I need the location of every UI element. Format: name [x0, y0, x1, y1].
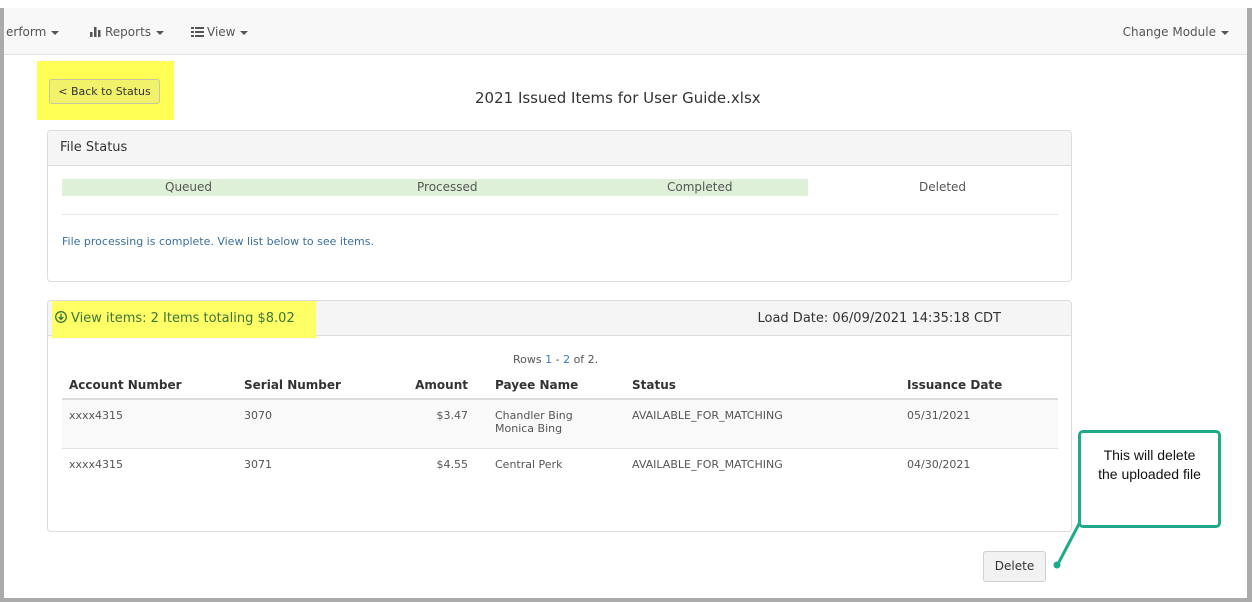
items-panel-heading: View items: 2 Items totaling $8.02 Load …	[48, 301, 1071, 338]
back-to-status-button[interactable]: < Back to Status	[49, 79, 160, 104]
status-progress: Queued Processed Completed Deleted	[62, 179, 1056, 196]
screenshot-frame: erform Reports View Change Module < Back…	[0, 8, 1252, 602]
stage-deleted: Deleted	[919, 180, 967, 194]
nav-change-module-menu[interactable]: Change Module	[1123, 25, 1229, 39]
items-table: Account Number Serial Number Amount Paye…	[62, 372, 1058, 508]
rows-suffix: of 2.	[570, 353, 599, 366]
callout-pointer-line	[1053, 521, 1082, 569]
cell-serial: 3070	[237, 399, 389, 449]
cell-payee: Chandler Bing Monica Bing	[475, 399, 625, 449]
cell-status: AVAILABLE_FOR_MATCHING	[625, 399, 900, 449]
delete-button[interactable]: Delete	[983, 551, 1046, 582]
col-status[interactable]: Status	[625, 372, 900, 400]
top-caption-strip	[0, 0, 1252, 8]
cell-date: 05/31/2021	[900, 399, 1058, 449]
nav-perform-label: erform	[6, 25, 47, 39]
file-status-heading-text: File Status	[60, 140, 128, 155]
cell-amount: $4.55	[436, 457, 469, 471]
rows-prefix: Rows	[513, 353, 546, 366]
load-date: Load Date: 06/09/2021 14:35:18 CDT	[757, 311, 1001, 326]
stage-queued: Queued	[165, 180, 213, 194]
nav-view-label: View	[207, 25, 236, 39]
nav-view-menu[interactable]: View	[191, 25, 249, 39]
chevron-down-icon	[156, 30, 165, 35]
nav-reports-label: Reports	[105, 25, 152, 39]
table-row: xxxx4315 3070 $3.47 Chandler Bing Monica…	[62, 399, 1058, 449]
nav-reports-menu[interactable]: Reports	[90, 25, 165, 39]
col-account-number[interactable]: Account Number	[62, 372, 237, 400]
col-payee-name[interactable]: Payee Name	[475, 372, 625, 400]
nav-change-module-label: Change Module	[1122, 25, 1216, 39]
divider	[62, 214, 1058, 215]
file-status-heading: File Status	[48, 131, 1071, 166]
top-navbar: erform Reports View Change Module	[4, 8, 1247, 55]
cell-payee: Central Perk	[475, 448, 625, 508]
col-amount[interactable]: Amount	[389, 372, 475, 400]
arrow-down-circle-icon	[55, 311, 67, 323]
payee-line: Chandler Bing	[495, 409, 573, 422]
cell-serial: 3071	[244, 457, 272, 471]
list-icon	[191, 27, 204, 37]
file-status-panel: File Status Queued Processed Completed D…	[47, 130, 1072, 282]
rows-info: Rows 1 - 2 of 2.	[513, 353, 598, 366]
back-button-highlight: < Back to Status	[37, 61, 174, 120]
chevron-down-icon	[240, 30, 249, 35]
table-header-row: Account Number Serial Number Amount Paye…	[62, 372, 1058, 400]
col-issuance-date[interactable]: Issuance Date	[900, 372, 1058, 400]
cell-status: AVAILABLE_FOR_MATCHING	[632, 457, 783, 471]
processing-message: File processing is complete. View list b…	[62, 235, 375, 248]
callout-line-1: This will delete	[1103, 447, 1196, 463]
view-items-toggle[interactable]: View items: 2 Items totaling $8.02	[55, 311, 295, 326]
payee-line: Monica Bing	[495, 422, 563, 435]
cell-account: xxxx4315	[62, 399, 237, 449]
cell-account: xxxx4315	[69, 457, 124, 471]
stage-processed: Processed	[417, 180, 478, 194]
cell-amount: $3.47	[389, 399, 475, 449]
payee-line: Central Perk	[495, 457, 563, 471]
chevron-down-icon	[1221, 30, 1229, 35]
annotation-callout: This will delete the uploaded file	[1078, 430, 1221, 528]
items-panel: View items: 2 Items totaling $8.02 Load …	[47, 300, 1072, 532]
bar-chart-icon	[90, 27, 101, 37]
app-screen: erform Reports View Change Module < Back…	[4, 8, 1247, 598]
chevron-down-icon	[51, 30, 60, 35]
cell-date: 04/30/2021	[907, 457, 971, 471]
file-title: 2021 Issued Items for User Guide.xlsx	[475, 89, 761, 107]
table-row: xxxx4315 3071 $4.55 Central Perk AVAILAB…	[62, 448, 1058, 508]
view-items-label: View items: 2 Items totaling $8.02	[71, 311, 295, 326]
col-serial-number[interactable]: Serial Number	[237, 372, 389, 400]
nav-perform-menu[interactable]: erform	[6, 25, 60, 39]
rows-dash: -	[552, 353, 564, 366]
callout-line-2: the uploaded file	[1098, 466, 1201, 482]
stage-completed: Completed	[667, 180, 733, 194]
